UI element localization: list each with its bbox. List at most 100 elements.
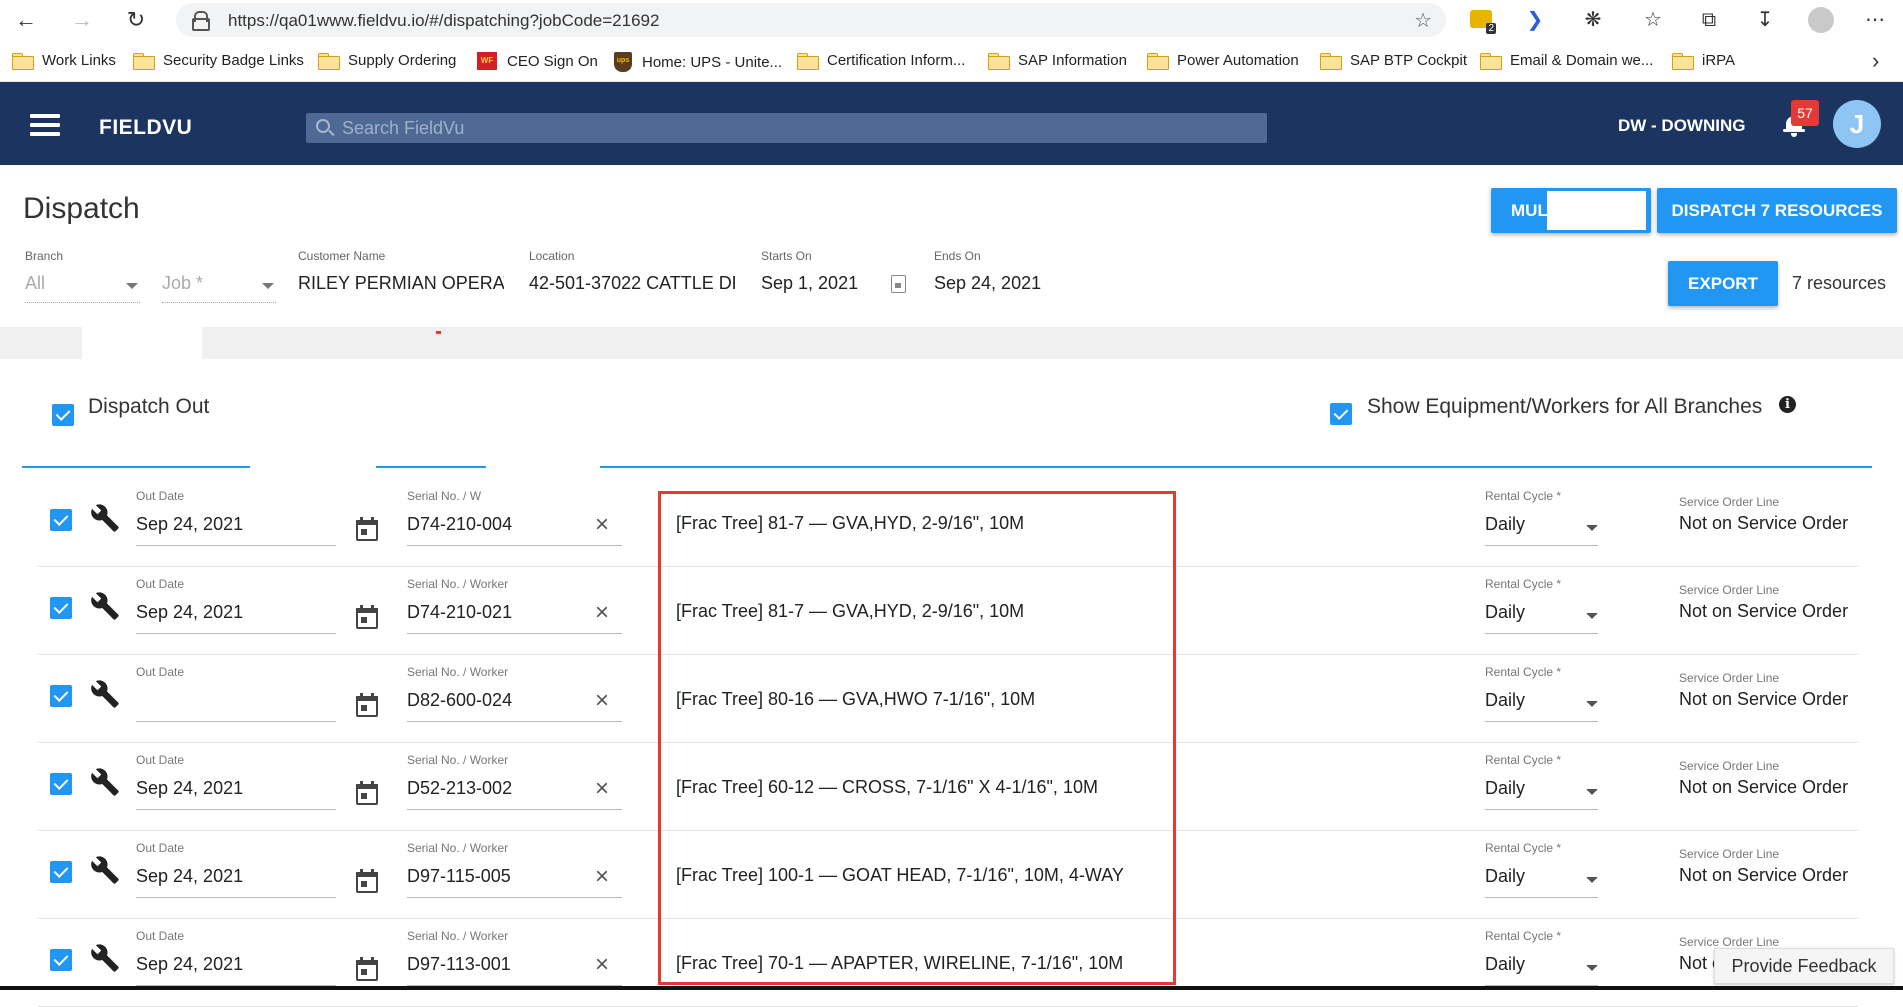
branch-selector[interactable]: DW - DOWNING <box>1618 116 1745 136</box>
row-checkbox[interactable] <box>50 685 72 707</box>
clear-icon[interactable]: × <box>590 601 614 625</box>
serial-input[interactable]: D74-210-004 <box>407 514 512 535</box>
dispatch-out-checkbox[interactable] <box>52 404 74 426</box>
extension-badge-count: 2 <box>1486 23 1496 34</box>
serial-input[interactable]: D82-600-024 <box>407 690 512 711</box>
serial-label: Serial No. / Worker <box>407 753 509 767</box>
dispatch-resources-button[interactable]: DISPATCH 7 RESOURCES <box>1657 188 1897 233</box>
tab-underline <box>600 466 1872 468</box>
taskbar-edge <box>0 986 1903 990</box>
bookmark-certification[interactable]: Certification Inform... <box>797 52 965 70</box>
calendar-icon[interactable] <box>356 517 378 541</box>
bookmark-power-automation[interactable]: Power Automation <box>1147 52 1299 70</box>
rental-cycle-select[interactable]: Daily <box>1485 690 1525 711</box>
bookmark-label: Work Links <box>42 52 116 69</box>
provide-feedback-button[interactable]: Provide Feedback <box>1714 948 1894 984</box>
search-bar[interactable] <box>306 113 1267 143</box>
clear-icon[interactable]: × <box>590 689 614 713</box>
extension-badge-icon[interactable]: 2 <box>1470 10 1496 34</box>
show-all-branches-checkbox[interactable] <box>1330 403 1352 425</box>
collections-icon[interactable]: ⧉ <box>1696 7 1722 33</box>
out-date-input[interactable]: Sep 24, 2021 <box>136 514 243 535</box>
tab-underline <box>22 466 250 468</box>
calendar-icon[interactable] <box>356 693 378 717</box>
active-tab[interactable] <box>82 327 202 359</box>
forward-arrow-icon[interactable]: → <box>70 8 94 32</box>
out-date-input[interactable]: Sep 24, 2021 <box>136 602 243 623</box>
clear-icon[interactable]: × <box>590 865 614 889</box>
favorites-icon[interactable]: ☆ <box>1640 7 1666 33</box>
row-checkbox[interactable] <box>50 949 72 971</box>
row-checkbox[interactable] <box>50 861 72 883</box>
rental-cycle-select[interactable]: Daily <box>1485 514 1525 535</box>
bookmark-work-links[interactable]: Work Links <box>12 52 116 70</box>
starts-on-value[interactable]: Sep 1, 2021 <box>761 273 858 294</box>
rental-cycle-underline <box>1485 721 1598 722</box>
calendar-icon[interactable] <box>356 781 378 805</box>
chevron-down-icon <box>1586 965 1598 971</box>
serial-input[interactable]: D74-210-021 <box>407 602 512 623</box>
ends-on-value[interactable]: Sep 24, 2021 <box>934 273 1041 294</box>
power-automate-icon[interactable]: ❯ <box>1522 7 1548 33</box>
app-brand[interactable]: FIELDVU <box>99 116 192 140</box>
refresh-icon[interactable]: ↻ <box>124 8 148 32</box>
bookmark-email-domain[interactable]: Email & Domain we... <box>1480 52 1653 70</box>
serial-input[interactable]: D52-213-002 <box>407 778 512 799</box>
serial-input[interactable]: D97-115-005 <box>407 866 511 887</box>
rental-cycle-label: Rental Cycle * <box>1485 753 1562 767</box>
out-date-input[interactable]: Sep 24, 2021 <box>136 866 243 887</box>
bookmark-label: SAP BTP Cockpit <box>1350 52 1467 69</box>
bookmark-ups[interactable]: ups Home: UPS - Unite... <box>614 52 782 72</box>
serial-input[interactable]: D97-113-001 <box>407 954 511 975</box>
rental-cycle-select[interactable]: Daily <box>1485 866 1525 887</box>
profile-avatar-icon[interactable] <box>1808 7 1834 33</box>
extensions-puzzle-icon[interactable]: ❋ <box>1580 7 1606 33</box>
job-select[interactable]: Job * <box>162 273 203 294</box>
favorite-star-icon[interactable]: ☆ <box>1414 8 1432 33</box>
clear-icon[interactable]: × <box>590 953 614 977</box>
bookmark-sap-btp-cockpit[interactable]: SAP BTP Cockpit <box>1320 52 1467 70</box>
calendar-icon[interactable] <box>356 605 378 629</box>
calendar-icon[interactable] <box>356 869 378 893</box>
out-date-input[interactable]: Sep 24, 2021 <box>136 954 243 975</box>
calendar-icon[interactable] <box>356 957 378 981</box>
out-date-underline <box>136 809 336 810</box>
chevron-right-icon[interactable]: › <box>1872 48 1879 74</box>
rental-cycle-select[interactable]: Daily <box>1485 778 1525 799</box>
wrench-icon <box>90 503 120 533</box>
row-checkbox[interactable] <box>50 509 72 531</box>
user-avatar[interactable]: J <box>1833 100 1881 148</box>
out-date-input[interactable]: Sep 24, 2021 <box>136 778 243 799</box>
branch-select[interactable]: All <box>25 273 45 294</box>
bookmark-label: iRPA <box>1702 52 1736 69</box>
wrench-icon <box>90 767 120 797</box>
bookmark-label: CEO Sign On <box>507 52 598 70</box>
clear-icon[interactable]: × <box>590 513 614 537</box>
bookmark-label: Home: UPS - Unite... <box>642 53 783 71</box>
calendar-icon[interactable] <box>891 275 906 293</box>
hamburger-menu-icon[interactable] <box>30 114 60 136</box>
rental-cycle-select[interactable]: Daily <box>1485 602 1525 623</box>
bookmark-sap-information[interactable]: SAP Information <box>988 52 1127 70</box>
folder-icon <box>1672 53 1694 70</box>
rental-cycle-label: Rental Cycle * <box>1485 841 1562 855</box>
clear-icon[interactable]: × <box>590 777 614 801</box>
multi-button[interactable]: MUL <box>1491 188 1651 233</box>
bookmark-supply-ordering[interactable]: Supply Ordering <box>318 52 456 70</box>
chevron-down-icon <box>126 283 138 289</box>
wrench-icon <box>90 855 120 885</box>
bookmark-security-badge-links[interactable]: Security Badge Links <box>133 52 304 70</box>
back-arrow-icon[interactable]: ← <box>14 8 38 32</box>
row-checkbox[interactable] <box>50 773 72 795</box>
bookmark-irpa[interactable]: iRPA <box>1672 52 1736 70</box>
rental-cycle-select[interactable]: Daily <box>1485 954 1525 975</box>
row-checkbox[interactable] <box>50 597 72 619</box>
rental-cycle-underline <box>1485 897 1598 898</box>
export-button[interactable]: EXPORT <box>1668 261 1778 306</box>
address-bar[interactable]: https://qa01www.fieldvu.io/#/dispatching… <box>176 3 1446 37</box>
bookmark-ceo-sign-on[interactable]: WF CEO Sign On <box>477 52 598 70</box>
info-icon[interactable]: i <box>1779 396 1796 413</box>
search-input[interactable] <box>342 113 1252 143</box>
more-menu-icon[interactable]: ⋯ <box>1862 7 1888 33</box>
downloads-icon[interactable]: ↧ <box>1752 7 1778 33</box>
